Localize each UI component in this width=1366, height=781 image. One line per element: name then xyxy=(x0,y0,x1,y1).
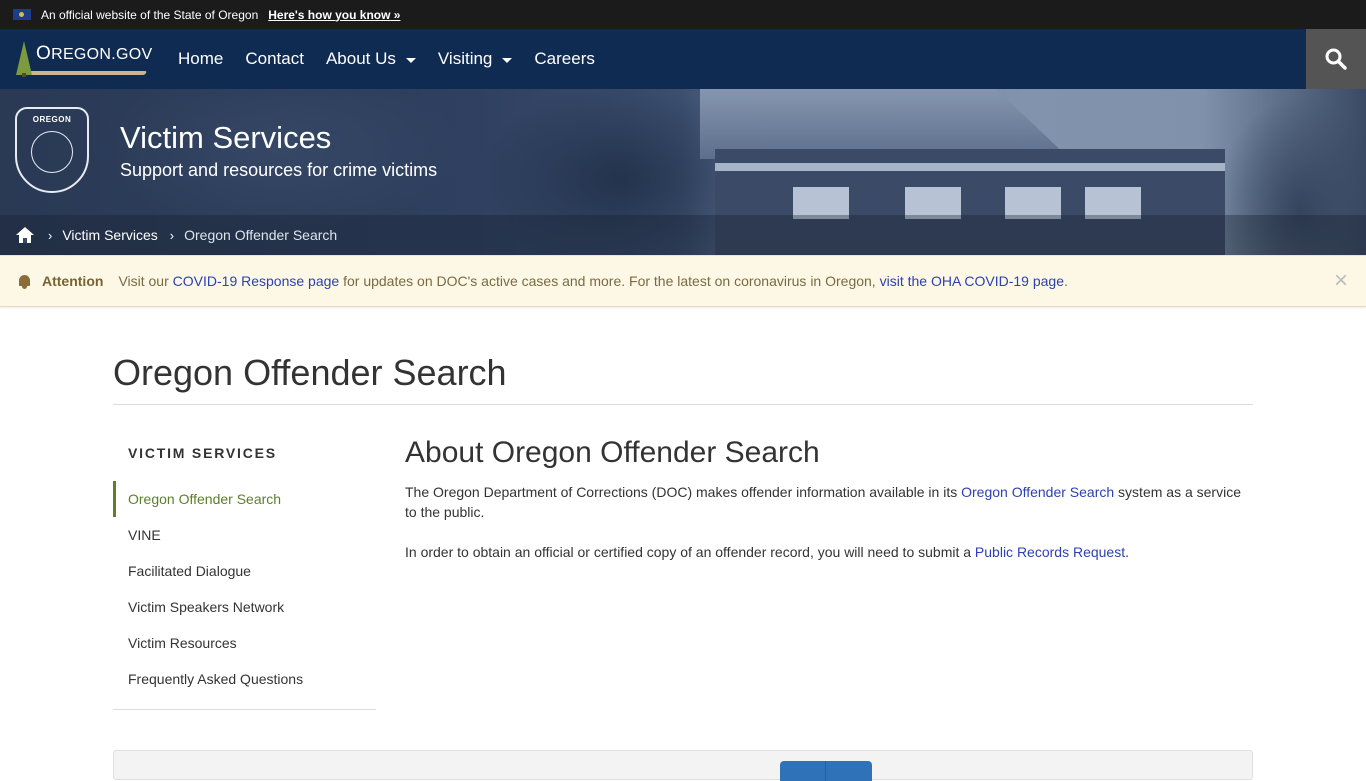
home-icon-roof xyxy=(16,227,34,235)
nav-visiting-label: Visiting xyxy=(437,49,493,68)
logo-initial: O xyxy=(36,43,52,64)
doc-seal-logo: OREGON xyxy=(15,107,89,193)
nav-careers-label: Careers xyxy=(534,49,595,68)
article: About Oregon Offender Search The Oregon … xyxy=(405,436,1253,710)
footer-button[interactable] xyxy=(826,761,872,781)
official-banner: An official website of the State of Oreg… xyxy=(0,0,1366,29)
chevron-down-icon xyxy=(405,57,416,63)
search-icon xyxy=(1325,48,1347,70)
nav-home-label: Home xyxy=(178,49,224,68)
oha-covid-link[interactable]: visit the OHA COVID-19 page xyxy=(880,273,1064,289)
article-paragraph: In order to obtain an official or certif… xyxy=(405,542,1253,562)
home-icon-door xyxy=(23,238,27,243)
hero-banner: OREGON Victim Services Support and resou… xyxy=(0,89,1366,255)
nav-about-us-label: About Us xyxy=(325,49,396,68)
alert-text: for updates on DOC's active cases and mo… xyxy=(339,273,880,289)
seal-text: OREGON xyxy=(32,115,72,124)
hero-subtitle: Support and resources for crime victims xyxy=(120,160,438,180)
footer-panel xyxy=(113,750,1253,781)
main-nav: OREGON.GOV Home Contact About Us Visitin… xyxy=(0,29,1366,89)
sidebar-item-oregon-offender-search[interactable]: Oregon Offender Search xyxy=(113,481,376,517)
chevron-down-icon xyxy=(502,57,513,63)
paragraph-text: . xyxy=(1125,544,1129,560)
nav-visiting[interactable]: Visiting xyxy=(427,29,524,89)
sidebar-heading: VICTIM SERVICES xyxy=(128,445,277,461)
seal-emblem xyxy=(31,131,73,173)
bell-body xyxy=(19,274,30,286)
chevron-right-icon: › xyxy=(169,227,175,243)
alert-label: Attention xyxy=(42,273,104,289)
logo-rest: REGON.GOV xyxy=(51,46,153,63)
article-paragraph: The Oregon Department of Corrections (DO… xyxy=(405,482,1253,522)
footer-button-group xyxy=(780,761,872,781)
logo-trunk xyxy=(22,73,26,77)
official-text: An official website of the State of Oreg… xyxy=(41,7,259,22)
home-icon[interactable] xyxy=(16,227,34,243)
alert-text: . xyxy=(1064,273,1068,289)
oregon-flag-icon xyxy=(13,9,31,20)
alert-message: Visit our COVID-19 Response page for upd… xyxy=(118,273,1067,289)
attention-alert: Attention Visit our COVID-19 Response pa… xyxy=(0,255,1366,307)
article-heading: About Oregon Offender Search xyxy=(405,436,820,469)
oregon-offender-search-link[interactable]: Oregon Offender Search xyxy=(961,484,1114,500)
bell-icon xyxy=(18,274,31,289)
hero-title: Victim Services xyxy=(120,120,332,155)
chevron-right-icon: › xyxy=(48,227,53,243)
paragraph-text: In order to obtain an official or certif… xyxy=(405,544,975,560)
close-icon[interactable]: × xyxy=(1334,269,1348,293)
breadcrumb: › Victim Services › Oregon Offender Sear… xyxy=(0,215,1366,255)
building-band xyxy=(715,163,1225,171)
nav-home[interactable]: Home xyxy=(167,29,234,89)
sidebar-item-faq[interactable]: Frequently Asked Questions xyxy=(113,661,376,697)
breadcrumb-victim-services[interactable]: Victim Services xyxy=(62,227,157,243)
footer-button[interactable] xyxy=(780,761,826,781)
logo-path-graphic xyxy=(22,71,148,75)
content-area: VICTIM SERVICES Oregon Offender Search V… xyxy=(113,436,1253,710)
main-content: Oregon Offender Search VICTIM SERVICES O… xyxy=(113,307,1253,710)
public-records-request-link[interactable]: Public Records Request xyxy=(975,544,1125,560)
nav-about-us[interactable]: About Us xyxy=(315,29,427,89)
search-button[interactable] xyxy=(1306,29,1366,89)
heres-how-you-know-link[interactable]: Here's how you know » xyxy=(268,8,400,22)
alert-text: Visit our xyxy=(118,273,173,289)
nav-contact[interactable]: Contact xyxy=(234,29,315,89)
logo-tree-icon xyxy=(16,41,32,75)
sidebar-item-victim-speakers-network[interactable]: Victim Speakers Network xyxy=(113,589,376,625)
nav-menu: Home Contact About Us Visiting Careers xyxy=(167,29,606,89)
sidebar-item-victim-resources[interactable]: Victim Resources xyxy=(113,625,376,661)
nav-contact-label: Contact xyxy=(245,49,304,68)
bell-clapper xyxy=(22,285,27,289)
paragraph-text: The Oregon Department of Corrections (DO… xyxy=(405,484,962,500)
page-title: Oregon Offender Search xyxy=(113,352,1253,405)
logo-text: OREGON.GOV xyxy=(36,43,152,65)
oregon-gov-logo[interactable]: OREGON.GOV xyxy=(10,29,160,89)
sidebar-item-facilitated-dialogue[interactable]: Facilitated Dialogue xyxy=(113,553,376,589)
sidebar-item-vine[interactable]: VINE xyxy=(113,517,376,553)
breadcrumb-current: Oregon Offender Search xyxy=(184,227,338,243)
nav-careers[interactable]: Careers xyxy=(523,29,605,89)
sidebar-nav: VICTIM SERVICES Oregon Offender Search V… xyxy=(113,436,376,710)
covid-response-link[interactable]: COVID-19 Response page xyxy=(173,273,340,289)
